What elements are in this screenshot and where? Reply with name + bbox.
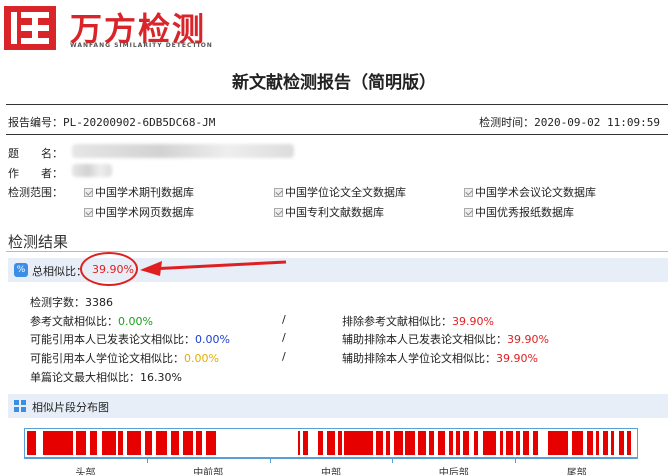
similar-segment — [337, 431, 342, 455]
section-label: 尾部 — [566, 468, 587, 475]
similar-segment — [126, 431, 142, 455]
own-degree-similarity: 可能引用本人学位论文相似比：0.00% — [30, 350, 219, 366]
similar-segment — [405, 431, 416, 455]
similar-segment — [506, 431, 513, 455]
similar-segment — [26, 431, 36, 455]
similar-segment — [463, 431, 470, 455]
similar-segment — [89, 431, 98, 455]
arrow-head — [140, 261, 162, 276]
similar-segment — [196, 431, 203, 455]
similar-segment — [428, 431, 434, 455]
section-label: 中前部 — [193, 468, 224, 475]
excl-ref-value: 39.90% — [452, 315, 494, 328]
similar-segment — [456, 431, 460, 455]
similar-segment — [417, 431, 426, 455]
similar-segment — [144, 431, 153, 455]
similar-segment — [586, 431, 593, 455]
similarity-distribution-chart — [24, 428, 638, 458]
distribution-header: 相似片段分布图 — [8, 394, 668, 418]
similar-segment — [482, 431, 497, 455]
word-count-value: 3386 — [85, 296, 113, 309]
word-count: 检测字数：3386 — [30, 294, 113, 310]
section-tick — [146, 459, 148, 463]
similar-segment — [548, 431, 569, 455]
similar-segment — [448, 431, 454, 455]
excl-ref-similarity: 排除参考文献相似比：39.90% — [342, 313, 494, 329]
similar-segment — [394, 431, 403, 455]
similar-segment — [516, 431, 521, 455]
separator: / — [282, 331, 286, 344]
aux-excl-pub-label: 辅助排除本人已发表论文相似比： — [342, 333, 507, 346]
section-tick — [392, 459, 394, 463]
similar-segment — [376, 431, 383, 455]
ref-similarity-label: 参考文献相似比： — [30, 315, 118, 328]
similar-segment — [602, 431, 608, 455]
similar-segment — [303, 431, 308, 455]
similar-segment — [170, 431, 180, 455]
similar-segment — [101, 431, 116, 455]
max-single-value: 16.30% — [140, 371, 182, 384]
similar-segment — [618, 431, 624, 455]
own-pub-value: 0.00% — [195, 333, 230, 346]
ref-similarity: 参考文献相似比：0.00% — [30, 313, 153, 329]
max-single-similarity: 单篇论文最大相似比：16.30% — [30, 369, 182, 385]
aux-excl-pub-value: 39.90% — [507, 333, 549, 346]
own-degree-label: 可能引用本人学位论文相似比： — [30, 352, 184, 365]
aux-excl-degree-label: 辅助排除本人学位论文相似比： — [342, 352, 496, 365]
grid-icon — [14, 400, 26, 412]
similar-segment — [499, 431, 503, 455]
separator: / — [282, 350, 286, 363]
own-degree-value: 0.00% — [184, 352, 219, 365]
similar-segment — [627, 431, 631, 455]
section-axis: 头部 中前部 中部 中后部 尾部 — [24, 458, 638, 475]
own-pub-label: 可能引用本人已发表论文相似比： — [30, 333, 195, 346]
section-label: 中后部 — [438, 468, 469, 475]
max-single-label: 单篇论文最大相似比： — [30, 371, 140, 384]
similar-segment — [327, 431, 335, 455]
similar-segment — [474, 431, 479, 455]
similar-segment — [76, 431, 87, 455]
aux-excl-degree-similarity: 辅助排除本人学位论文相似比：39.90% — [342, 350, 538, 366]
similar-segment — [43, 431, 73, 455]
separator: / — [282, 313, 286, 326]
distribution-title: 相似片段分布图 — [32, 401, 109, 414]
similar-segment — [523, 431, 529, 455]
section-label: 中部 — [321, 468, 341, 475]
arrow-shaft — [149, 260, 287, 271]
section-label: 头部 — [75, 468, 96, 475]
similar-segment — [610, 431, 615, 455]
similar-segment — [182, 431, 194, 455]
aux-excl-degree-value: 39.90% — [496, 352, 538, 365]
section-tick — [515, 459, 517, 463]
word-count-label: 检测字数： — [30, 296, 85, 309]
own-pub-similarity: 可能引用本人已发表论文相似比：0.00% — [30, 331, 230, 347]
ref-similarity-value: 0.00% — [118, 315, 153, 328]
similar-segment — [155, 431, 167, 455]
similar-segment — [532, 431, 539, 455]
similar-segment — [571, 431, 584, 455]
similar-segment — [317, 431, 324, 455]
section-tick — [269, 459, 271, 463]
similar-segment — [344, 431, 373, 455]
similar-segment — [118, 431, 123, 455]
excl-ref-label: 排除参考文献相似比： — [342, 315, 452, 328]
similar-segment — [386, 431, 390, 455]
aux-excl-pub-similarity: 辅助排除本人已发表论文相似比：39.90% — [342, 331, 549, 347]
similar-segment — [206, 431, 216, 455]
similar-segment — [595, 431, 600, 455]
similar-segment — [438, 431, 445, 455]
similar-segment — [297, 431, 301, 455]
